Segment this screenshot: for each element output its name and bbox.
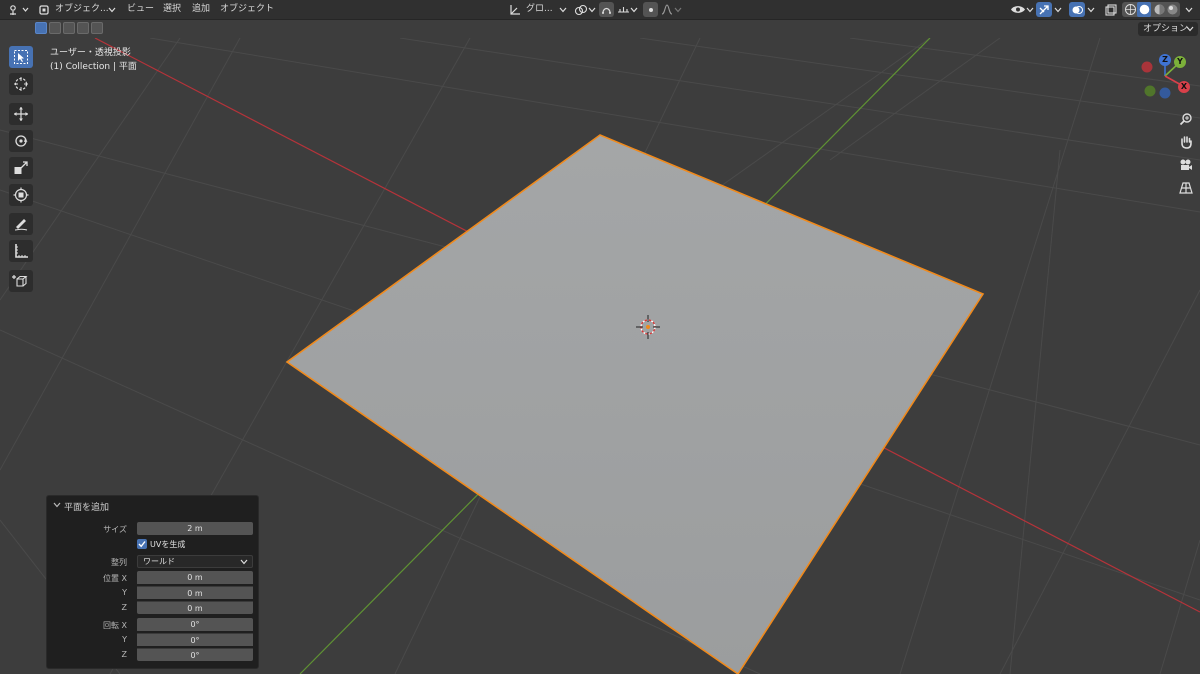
- align-label: 整列: [111, 558, 127, 567]
- view-name-label: ユーザー・透視投影: [50, 48, 131, 58]
- rotation-y-label: Y: [122, 635, 127, 644]
- neg-z-axis-icon[interactable]: [1159, 87, 1171, 99]
- rotate-icon: [15, 135, 28, 147]
- tool-cursor[interactable]: [9, 73, 33, 95]
- camera-view-icon[interactable]: [1177, 156, 1195, 174]
- align-value: ワールド: [143, 557, 175, 566]
- rotation-z-field[interactable]: 0°: [137, 648, 253, 661]
- chevron-down-icon[interactable]: [674, 3, 682, 16]
- location-y-label: Y: [122, 588, 127, 597]
- wireframe-shading-icon[interactable]: [1124, 3, 1137, 19]
- transform-orientation-icon[interactable]: [508, 3, 522, 16]
- options-dropdown[interactable]: オプション: [1138, 22, 1198, 36]
- menu-view[interactable]: ビュー: [127, 3, 154, 16]
- chevron-down-icon[interactable]: [558, 3, 568, 16]
- object-mode-icon[interactable]: [38, 3, 50, 16]
- tool-transform[interactable]: [9, 184, 33, 206]
- location-y-field[interactable]: 0 m: [137, 586, 253, 599]
- rotation-y-field[interactable]: 0°: [137, 633, 253, 646]
- mode-intersect-icon[interactable]: [91, 22, 103, 34]
- rendered-shading-icon[interactable]: [1166, 3, 1179, 19]
- chevron-down-icon[interactable]: [1087, 3, 1095, 16]
- tool-scale[interactable]: [9, 157, 33, 179]
- gizmo-x-label: X: [1180, 82, 1188, 91]
- zoom-icon[interactable]: [1177, 110, 1195, 128]
- chevron-down-icon[interactable]: [53, 501, 61, 511]
- tool-select-box[interactable]: [9, 46, 33, 68]
- chevron-down-icon[interactable]: [107, 3, 117, 16]
- transform-icon: [13, 187, 29, 203]
- perspective-grid-icon[interactable]: [1177, 179, 1195, 197]
- chevron-down-icon[interactable]: [588, 3, 596, 16]
- proportional-editing-icon[interactable]: [643, 2, 658, 17]
- chevron-down-icon[interactable]: [1054, 3, 1062, 16]
- options-label: オプション: [1143, 24, 1189, 34]
- tool-rotate[interactable]: [9, 130, 33, 152]
- mode-dropdown[interactable]: オブジェク...: [55, 3, 109, 16]
- editor-type-icon[interactable]: [8, 3, 30, 16]
- menu-select[interactable]: 選択: [163, 3, 181, 16]
- menu-object[interactable]: オブジェクト: [220, 3, 274, 16]
- overlays-toggle-icon[interactable]: [1069, 2, 1085, 17]
- mode-invert-icon[interactable]: [77, 22, 89, 34]
- size-field[interactable]: 2 m: [137, 522, 253, 535]
- location-z-field[interactable]: 0 m: [137, 601, 253, 614]
- chevron-down-icon: [1186, 26, 1194, 32]
- rotation-x-label: 回転 X: [102, 621, 127, 630]
- size-label: サイズ: [103, 525, 127, 534]
- annotate-pencil-icon: [14, 219, 28, 231]
- snap-toggle-icon[interactable]: [599, 2, 614, 17]
- viewport-header: オブジェク... ビュー 選択 追加 オブジェクト グロ...: [0, 0, 1200, 20]
- checkmark-icon: [138, 541, 146, 548]
- tool-measure[interactable]: [9, 240, 33, 262]
- location-x-field[interactable]: 0 m: [137, 571, 253, 584]
- shading-mode-group: [1122, 2, 1180, 17]
- align-dropdown[interactable]: ワールド: [137, 555, 253, 568]
- mode-extend-icon[interactable]: [49, 22, 61, 34]
- rotation-x-field[interactable]: 0°: [137, 618, 253, 631]
- gizmo-z-label: Z: [1162, 55, 1168, 64]
- chevron-down-icon[interactable]: [1026, 3, 1034, 16]
- collection-info-label: (1) Collection | 平面: [50, 62, 137, 72]
- gizmo-toggle-icon[interactable]: [1036, 2, 1052, 17]
- transform-orientation-dropdown[interactable]: グロ...: [526, 3, 553, 16]
- mode-set-icon[interactable]: [35, 22, 47, 34]
- measure-ruler-icon: [15, 244, 28, 258]
- pan-hand-icon[interactable]: [1177, 133, 1195, 151]
- solid-shading-icon[interactable]: [1137, 2, 1151, 17]
- chevron-down-icon: [240, 559, 248, 565]
- rotation-z-label: Z: [121, 650, 127, 659]
- tool-add-cube[interactable]: [9, 270, 33, 292]
- chevron-down-icon[interactable]: [1185, 3, 1193, 16]
- gizmo-y-label: Y: [1177, 57, 1183, 66]
- move-arrows-icon: [14, 107, 28, 121]
- select-cursor-icon: [14, 50, 28, 64]
- add-plane-operator-panel: 平面を追加 サイズ 2 m UVを生成 整列 ワールド 位置 X 0 m Y 0…: [46, 495, 259, 669]
- menu-add[interactable]: 追加: [192, 3, 210, 16]
- tool-move[interactable]: [9, 103, 33, 125]
- falloff-curve-icon[interactable]: [660, 3, 674, 16]
- visibility-eye-icon[interactable]: [1010, 3, 1026, 16]
- neg-x-axis-icon[interactable]: [1141, 61, 1153, 73]
- selected-plane-mesh[interactable]: [285, 134, 985, 674]
- pivot-point-icon[interactable]: [574, 3, 588, 16]
- snap-increment-icon[interactable]: [616, 3, 630, 16]
- chevron-down-icon[interactable]: [630, 3, 638, 16]
- cursor-target-icon: [14, 77, 28, 91]
- material-preview-shading-icon[interactable]: [1153, 3, 1166, 19]
- neg-y-axis-icon[interactable]: [1144, 85, 1156, 97]
- location-x-label: 位置 X: [102, 574, 127, 583]
- location-z-label: Z: [121, 603, 127, 612]
- uv-label[interactable]: UVを生成: [150, 539, 185, 550]
- tool-annotate[interactable]: [9, 213, 33, 235]
- uv-checkbox[interactable]: [137, 539, 147, 549]
- operator-panel-title[interactable]: 平面を追加: [64, 500, 109, 513]
- scale-icon: [14, 161, 28, 174]
- add-cube-icon: [12, 275, 28, 287]
- mode-subtract-icon[interactable]: [63, 22, 75, 34]
- xray-toggle-icon[interactable]: [1104, 3, 1118, 16]
